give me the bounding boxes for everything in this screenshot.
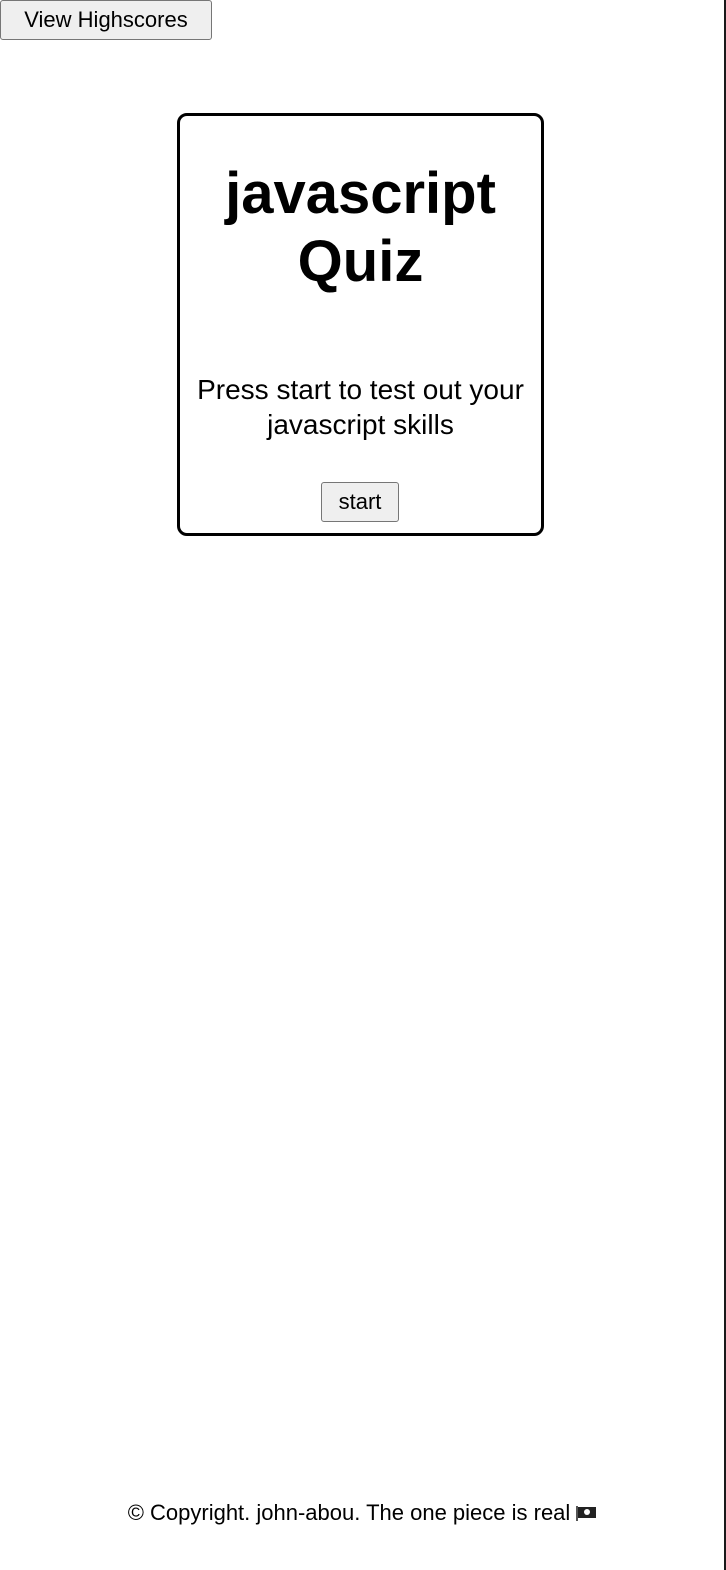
footer: © Copyright. john-abou. The one piece is… — [0, 1498, 724, 1528]
quiz-title: javascript Quiz — [225, 161, 496, 294]
quiz-card: javascript Quiz Press start to test out … — [177, 113, 544, 536]
view-highscores-button[interactable]: View Highscores — [0, 0, 212, 40]
copyright-text: © Copyright. john-abou. The one piece is… — [127, 1500, 571, 1525]
start-button[interactable]: start — [321, 482, 399, 522]
quiz-description: Press start to test out your javascript … — [197, 374, 524, 440]
pirate-flag-icon — [576, 1506, 597, 1521]
